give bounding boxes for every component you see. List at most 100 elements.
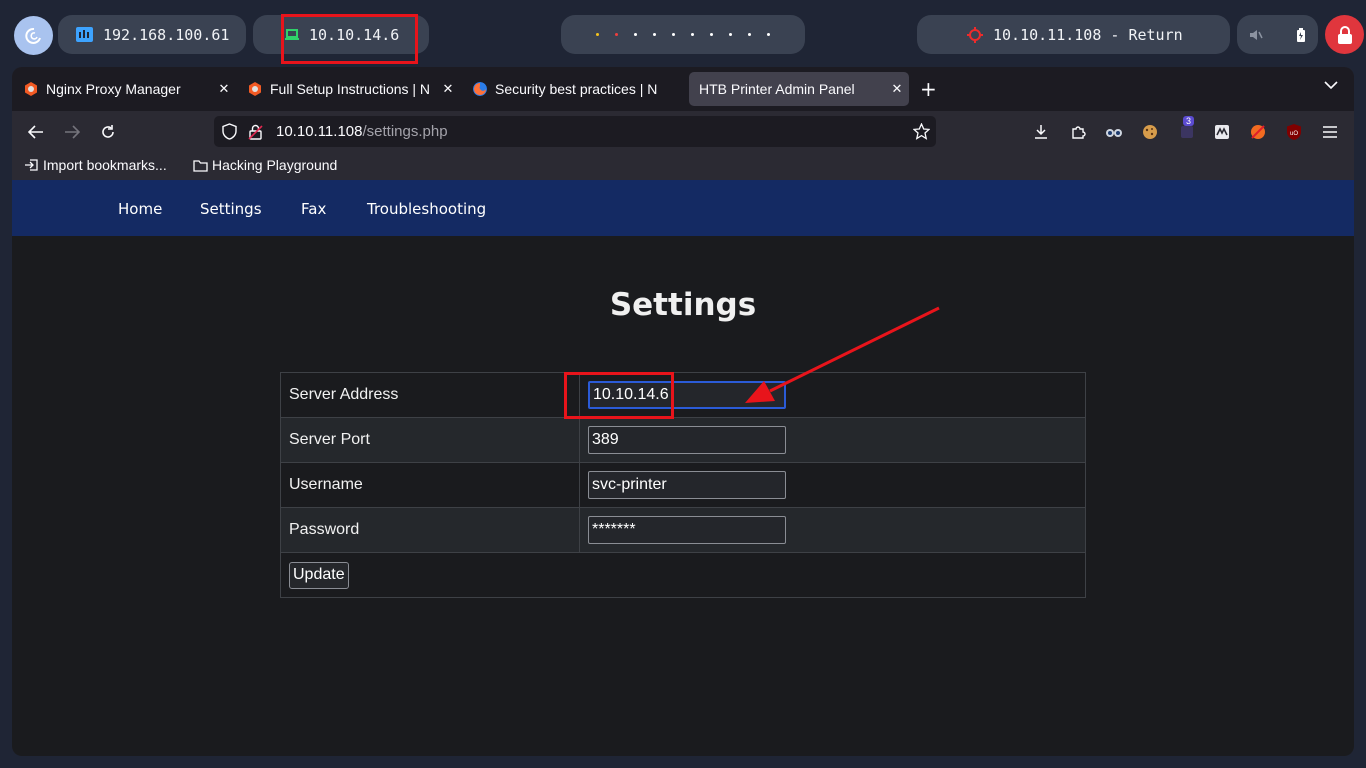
tab-htb-printer-admin[interactable]: HTB Printer Admin Panel ✕ bbox=[689, 72, 909, 106]
hamburger-menu-icon bbox=[1323, 126, 1337, 138]
site-navbar: Home Settings Fax Troubleshooting bbox=[12, 180, 1354, 236]
nginx-proxy-icon bbox=[25, 82, 37, 96]
network-ip-widget[interactable]: 192.168.100.61 bbox=[58, 15, 246, 54]
arrow-right-icon bbox=[65, 125, 80, 139]
tab-title: Full Setup Instructions | N bbox=[270, 81, 431, 97]
downloads-button[interactable] bbox=[1032, 123, 1050, 141]
workspace-dot[interactable] bbox=[653, 33, 656, 36]
lock-power-button[interactable] bbox=[1325, 15, 1364, 54]
system-tray bbox=[1237, 15, 1318, 54]
extension-foxyproxy-button[interactable] bbox=[1249, 123, 1267, 141]
table-row: Username bbox=[280, 462, 1086, 508]
nav-link-troubleshooting[interactable]: Troubleshooting bbox=[367, 200, 486, 218]
bookmark-label: Hacking Playground bbox=[212, 157, 338, 173]
tab-full-setup[interactable]: Full Setup Instructions | N ✕ bbox=[238, 72, 460, 106]
spy-glasses-icon bbox=[1106, 129, 1122, 137]
tab-title: HTB Printer Admin Panel bbox=[699, 81, 855, 97]
table-row: Password bbox=[280, 507, 1086, 553]
vpn-ip-text: 10.10.14.6 bbox=[309, 25, 400, 44]
back-button[interactable] bbox=[26, 122, 46, 142]
extension-spy-button[interactable] bbox=[1105, 123, 1123, 141]
browser-window: Nginx Proxy Manager ✕ Full Setup Instruc… bbox=[12, 67, 1354, 756]
password-cell bbox=[579, 507, 1086, 553]
extension-badge-count: 3 bbox=[1183, 116, 1195, 126]
tab-nginx-proxy-manager[interactable]: Nginx Proxy Manager ✕ bbox=[14, 72, 236, 106]
bookmarks-toolbar: Import bookmarks... Hacking Playground bbox=[12, 153, 1354, 180]
wappalyzer-icon bbox=[1215, 125, 1229, 139]
puzzle-icon bbox=[1072, 126, 1086, 139]
nav-link-fax[interactable]: Fax bbox=[301, 200, 326, 218]
ublock-origin-icon: uO bbox=[1287, 124, 1301, 140]
close-tab-icon[interactable]: ✕ bbox=[885, 81, 909, 97]
table-row: Server Port bbox=[280, 417, 1086, 463]
url-bar[interactable]: 10.10.11.108/settings.php bbox=[214, 116, 936, 147]
nav-link-home[interactable]: Home bbox=[118, 200, 162, 218]
arrow-left-icon bbox=[28, 125, 43, 139]
close-tab-icon[interactable]: ✕ bbox=[436, 81, 460, 97]
submit-cell: Update bbox=[280, 552, 1086, 598]
server-address-label: Server Address bbox=[280, 372, 580, 418]
reload-button[interactable] bbox=[98, 122, 118, 142]
workspace-dot[interactable] bbox=[767, 33, 770, 36]
network-ip-text: 192.168.100.61 bbox=[103, 25, 230, 44]
url-path: /settings.php bbox=[362, 123, 448, 140]
tab-security-best-practices[interactable]: Security best practices | N bbox=[463, 72, 685, 106]
target-widget[interactable]: 10.10.11.108 - Return bbox=[917, 15, 1230, 54]
bookmark-folder-hacking-playground[interactable]: Hacking Playground bbox=[193, 157, 337, 173]
bookmark-star-icon[interactable] bbox=[913, 123, 930, 140]
hacktools-icon bbox=[1181, 126, 1193, 138]
workspace-dot[interactable] bbox=[672, 33, 675, 36]
password-input[interactable] bbox=[588, 516, 786, 544]
workspace-dot[interactable] bbox=[691, 33, 694, 36]
workspace-dot[interactable] bbox=[596, 33, 599, 36]
nav-link-settings[interactable]: Settings bbox=[200, 200, 262, 218]
foxyproxy-icon bbox=[1251, 125, 1265, 139]
server-address-cell bbox=[579, 372, 1086, 418]
username-input[interactable] bbox=[588, 471, 786, 499]
close-tab-icon[interactable]: ✕ bbox=[212, 81, 236, 97]
battery-charging-icon[interactable] bbox=[1296, 27, 1306, 42]
workspace-dot[interactable] bbox=[748, 33, 751, 36]
workspace-dot[interactable] bbox=[634, 33, 637, 36]
forward-button[interactable] bbox=[62, 122, 82, 142]
extension-wappalyzer-button[interactable] bbox=[1213, 123, 1231, 141]
debian-swirl-icon bbox=[24, 27, 41, 44]
bookmark-import[interactable]: Import bookmarks... bbox=[24, 157, 167, 173]
chevron-down-icon[interactable] bbox=[1324, 80, 1338, 90]
url-host: 10.10.11.108 bbox=[276, 123, 363, 140]
extension-cookie-button[interactable] bbox=[1141, 123, 1159, 141]
volume-muted-icon[interactable] bbox=[1249, 28, 1263, 42]
update-button[interactable]: Update bbox=[289, 561, 349, 589]
nginx-proxy-icon bbox=[249, 82, 261, 96]
table-row: Server Address bbox=[280, 372, 1086, 418]
cookie-icon bbox=[1143, 125, 1157, 139]
server-address-input[interactable] bbox=[588, 381, 786, 409]
app-launcher-button[interactable] bbox=[14, 16, 53, 55]
extensions-button[interactable] bbox=[1069, 123, 1087, 141]
workspace-dot[interactable] bbox=[615, 33, 618, 36]
firefox-icon bbox=[473, 82, 487, 96]
folder-icon bbox=[193, 159, 208, 172]
bookmark-label: Import bookmarks... bbox=[43, 157, 167, 173]
vpn-ip-widget[interactable]: 10.10.14.6 bbox=[253, 15, 429, 54]
reload-icon bbox=[102, 125, 114, 138]
username-label: Username bbox=[280, 462, 580, 508]
server-port-cell bbox=[579, 417, 1086, 463]
settings-form: Server Address Server Port Username Pass… bbox=[280, 372, 1086, 598]
username-cell bbox=[579, 462, 1086, 508]
extension-ublock-button[interactable]: uO bbox=[1285, 123, 1303, 141]
server-port-input[interactable] bbox=[588, 426, 786, 454]
new-tab-button[interactable]: + bbox=[920, 79, 937, 99]
insecure-lock-icon[interactable] bbox=[248, 124, 263, 140]
workspace-dot[interactable] bbox=[710, 33, 713, 36]
lock-icon bbox=[1337, 25, 1352, 44]
table-row: Update bbox=[280, 552, 1086, 598]
app-menu-button[interactable] bbox=[1321, 123, 1339, 141]
workspace-dots bbox=[588, 33, 778, 36]
server-port-label: Server Port bbox=[280, 417, 580, 463]
shield-icon[interactable] bbox=[222, 123, 237, 140]
workspace-dot[interactable] bbox=[729, 33, 732, 36]
tab-title: Security best practices | N bbox=[495, 81, 658, 97]
svg-text:uO: uO bbox=[1290, 131, 1298, 137]
workspace-switcher[interactable] bbox=[561, 15, 805, 54]
